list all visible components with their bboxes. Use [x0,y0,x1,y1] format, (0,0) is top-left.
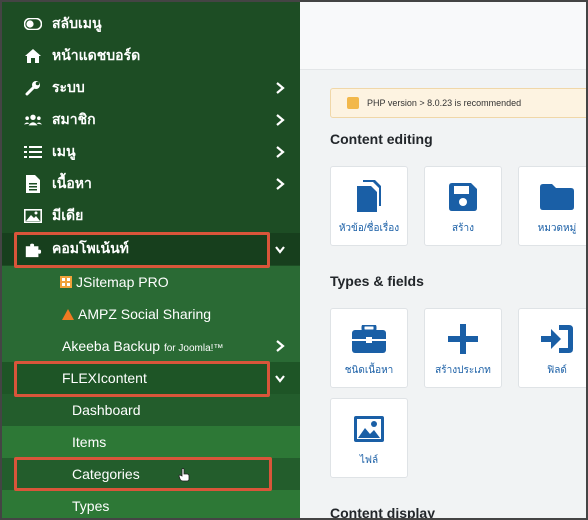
chevron-right-icon [276,178,285,190]
sidebar-label: Types [72,498,110,514]
chevron-right-icon [276,82,285,94]
list-icon [24,143,42,161]
chevron-right-icon [276,146,285,158]
sidebar-label: Akeeba Backup for Joomla!™ [62,338,223,354]
section-title-types-fields: Types & fields [330,273,424,289]
users-icon [24,111,42,129]
tile-label: สร้าง [452,223,474,234]
ampz-icon [62,308,74,320]
screenshot-frame: สลับเมนู หน้าแดชบอร์ด ระบบ สมาชิก เมนู เ… [0,0,588,520]
sidebar-item-fc-dashboard[interactable]: Dashboard [2,394,300,426]
sidebar-label: AMPZ Social Sharing [78,306,212,322]
sidebar-label: เนื้อหา [52,175,92,191]
php-version-notice: PHP version > 8.0.23 is recommended [330,88,586,118]
tile-label: ฟิลด์ [547,365,567,376]
sidebar-label: มีเดีย [52,207,84,223]
chevron-down-icon [275,375,285,383]
tile-label: หมวดหมู่ [537,223,577,234]
chevron-right-icon [276,340,285,352]
save-icon [425,179,501,215]
sidebar-item-akeeba[interactable]: Akeeba Backup for Joomla!™ [2,330,300,362]
chevron-down-icon [275,246,285,254]
main-content: PHP version > 8.0.23 is recommended Cont… [300,2,586,520]
akeeba-suffix: for Joomla!™ [163,343,224,354]
tile-content-types[interactable]: ชนิดเนื้อหา [330,308,408,388]
sidebar-label: สลับเมนู [52,15,102,31]
plus-icon [425,321,501,357]
sidebar-item-media[interactable]: มีเดีย [2,200,300,232]
sidebar-item-content[interactable]: เนื้อหา [2,168,300,200]
sidebar-label: หน้าแดชบอร์ด [52,47,141,63]
sidebar-item-toggle-menu[interactable]: สลับเมนู [2,8,300,40]
section-title-content-display: Content display [330,505,436,520]
tile-articles[interactable]: หัวข้อ/ชื่อเรื่อง [330,166,408,246]
tile-label: ไฟล์ [359,455,379,466]
sidebar-label: JSitemap PRO [76,274,169,290]
sidebar-item-ampz[interactable]: AMPZ Social Sharing [2,298,300,330]
top-header-bar [300,2,586,70]
sidebar-label: สมาชิก [52,111,96,127]
chevron-right-icon [276,114,285,126]
section-title-content-editing: Content editing [330,131,433,147]
warning-icon [347,97,359,109]
wrench-icon [24,79,42,97]
sidebar-item-users[interactable]: สมาชิก [2,104,300,136]
image-icon [331,411,407,447]
highlight-box-flexicontent [14,361,270,397]
sidebar-item-jsitemap[interactable]: JSitemap PRO [2,266,300,298]
tile-label: สร้างประเภท [435,365,491,376]
home-icon [24,47,42,65]
akeeba-label: Akeeba Backup [62,338,161,354]
copy-icon [331,179,407,215]
tile-files[interactable]: ไฟล์ [330,398,408,478]
folder-icon [519,179,586,215]
tile-label: หัวข้อ/ชื่อเรื่อง [338,223,400,234]
sidebar-label: Items [72,434,107,450]
sidebar-label: เมนู [52,143,76,159]
sidebar-item-fc-types[interactable]: Types [2,490,300,518]
tile-create-type[interactable]: สร้างประเภท [424,308,502,388]
sidebar-item-fc-items[interactable]: Items [2,426,300,458]
sidebar-label: Dashboard [72,402,141,418]
tile-fields[interactable]: ฟิลด์ [518,308,586,388]
notice-text: PHP version > 8.0.23 is recommended [367,98,522,108]
highlight-box-components [14,232,270,268]
admin-sidebar: สลับเมนู หน้าแดชบอร์ด ระบบ สมาชิก เมนู เ… [2,2,300,518]
sidebar-item-system[interactable]: ระบบ [2,72,300,104]
toggle-icon [24,15,42,33]
sidebar-item-menus[interactable]: เมนู [2,136,300,168]
jsitemap-icon [60,276,72,288]
briefcase-icon [331,321,407,357]
sidebar-label: ระบบ [52,79,85,95]
image-icon [24,207,42,225]
tile-create[interactable]: สร้าง [424,166,502,246]
file-icon [24,175,42,193]
tile-categories[interactable]: หมวดหมู่ [518,166,586,246]
sidebar-item-dashboard[interactable]: หน้าแดชบอร์ด [2,40,300,72]
highlight-box-categories [14,457,272,491]
sign-in-icon [519,321,586,357]
tile-label: ชนิดเนื้อหา [344,365,394,376]
